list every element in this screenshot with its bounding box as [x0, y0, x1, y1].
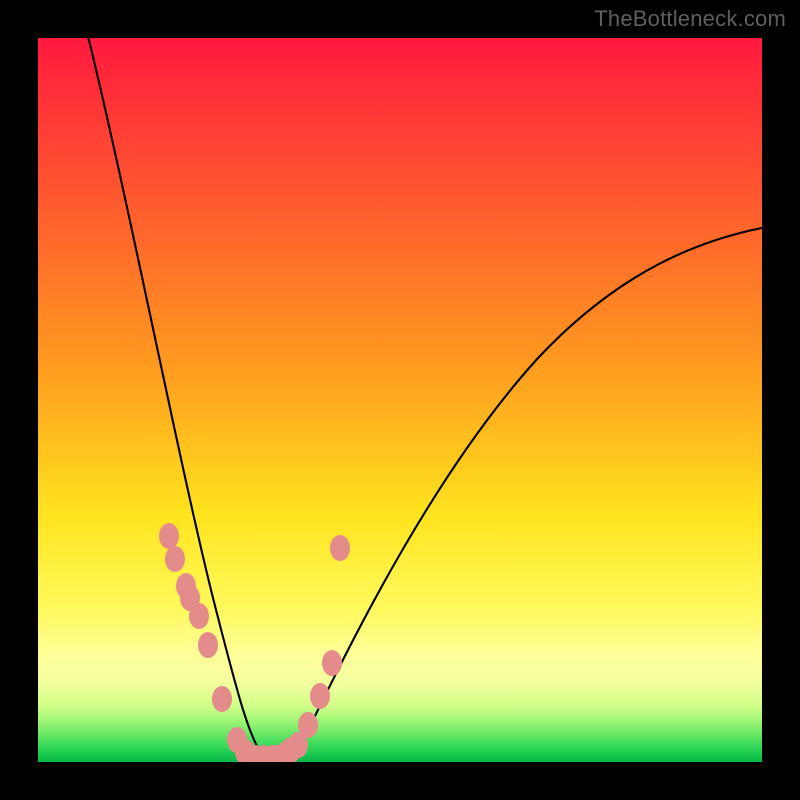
marker-group [159, 523, 350, 762]
chart-container: TheBottleneck.com [0, 0, 800, 800]
bottleneck-curve [86, 38, 762, 759]
watermark-text: TheBottleneck.com [594, 6, 786, 32]
plot-area [38, 38, 762, 762]
curve-layer [38, 38, 762, 762]
